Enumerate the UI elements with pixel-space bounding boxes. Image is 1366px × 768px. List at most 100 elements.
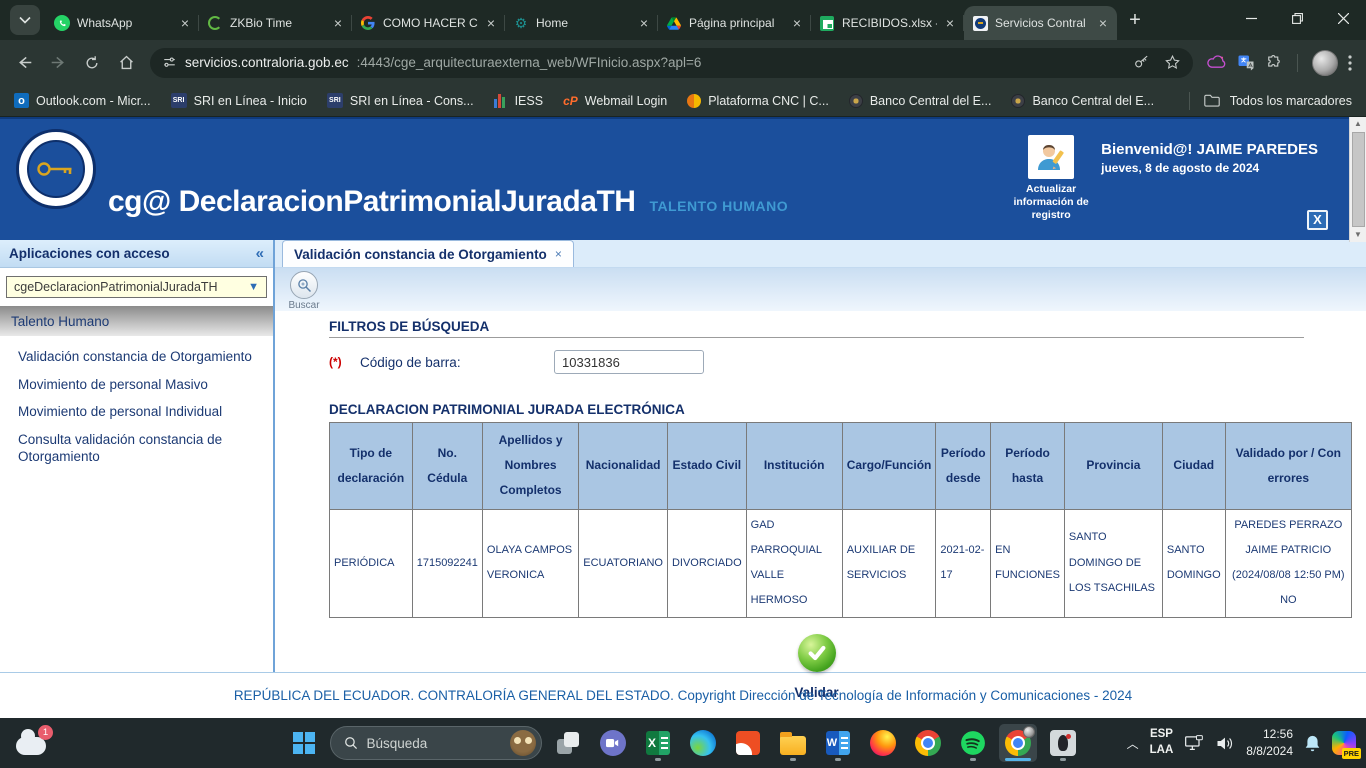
bookmark-label: IESS — [515, 94, 544, 108]
sidebar-collapse-icon[interactable]: « — [256, 245, 264, 262]
cnc-icon — [687, 94, 701, 108]
all-bookmarks[interactable]: Todos los marcadores — [1185, 92, 1352, 110]
update-registration-caption[interactable]: Actualizar información de registro — [1006, 183, 1096, 222]
foxit-icon — [736, 731, 760, 755]
tab-close-icon[interactable]: × — [944, 15, 956, 31]
buscar-button[interactable]: Buscar — [282, 271, 326, 311]
scroll-down-icon[interactable]: ▼ — [1354, 228, 1362, 242]
application-select[interactable]: cgeDeclaracionPatrimonialJuradaTH ▼ — [6, 276, 267, 298]
java-app-button[interactable] — [1044, 724, 1082, 762]
weather-extension-icon[interactable] — [1207, 55, 1227, 71]
java-duke-icon — [1050, 730, 1076, 756]
address-bar[interactable]: servicios.contraloria.gob.ec:4443/cge_ar… — [150, 48, 1193, 78]
tab-close-icon[interactable]: × — [791, 15, 803, 31]
tab-zkbio[interactable]: ZKBio Time × — [199, 6, 352, 40]
site-settings-icon[interactable] — [162, 55, 177, 70]
copilot-icon[interactable]: PRE — [1332, 731, 1356, 755]
close-button[interactable] — [1320, 0, 1366, 36]
taskbar-search[interactable]: Búsqueda — [330, 726, 542, 760]
header-scrollbar[interactable]: ▲ ▼ — [1349, 117, 1366, 242]
sidebar-group-talento-humano[interactable]: Talento Humano — [0, 306, 273, 336]
taskbar-center: Búsqueda X W — [285, 724, 1082, 762]
update-registration-button[interactable] — [1028, 135, 1074, 179]
barcode-input[interactable] — [554, 350, 704, 374]
tab-close-icon[interactable]: × — [332, 15, 344, 31]
cell-periodo-desde: 2021-02-17 — [936, 509, 991, 617]
bookmark-webmail[interactable]: cPWebmail Login — [563, 94, 667, 108]
url-path: :4443/cge_arquitecturaexterna_web/WFInic… — [357, 55, 1125, 70]
tab-close-icon[interactable]: × — [179, 15, 191, 31]
content-tab-close-icon[interactable]: × — [555, 247, 562, 261]
app-brand: cg@ DeclaracionPatrimonialJuradaTH TALEN… — [108, 185, 788, 219]
scrollbar-thumb[interactable] — [1352, 132, 1365, 227]
edge-button[interactable] — [684, 724, 722, 762]
copilot-pre-badge: PRE — [1342, 748, 1361, 759]
chrome-profile-button[interactable] — [999, 724, 1037, 762]
bookmark-sri-inicio[interactable]: SRISRI en Línea - Inicio — [171, 93, 307, 108]
restore-button[interactable] — [1274, 0, 1320, 36]
chat-button[interactable] — [594, 724, 632, 762]
forward-button[interactable] — [42, 47, 74, 79]
bookmark-iess[interactable]: IESS — [494, 93, 544, 108]
spotify-button[interactable] — [954, 724, 992, 762]
home-button[interactable] — [110, 47, 142, 79]
bookmark-cnc[interactable]: Plataforma CNC | C... — [687, 94, 829, 108]
back-button[interactable] — [8, 47, 40, 79]
file-explorer-button[interactable] — [774, 724, 812, 762]
tab-home[interactable]: ⚙ Home × — [505, 6, 658, 40]
system-tray: ︿ ESP LAA 12:56 8/8/2024 PRE — [1127, 718, 1356, 768]
network-icon[interactable] — [1184, 735, 1204, 752]
extensions-puzzle-icon[interactable] — [1265, 54, 1283, 72]
tab-close-icon[interactable]: × — [638, 15, 650, 31]
translate-extension-icon[interactable] — [1237, 54, 1255, 72]
bookmark-sri-consultas[interactable]: SRISRI en Línea - Cons... — [327, 93, 474, 108]
start-button[interactable] — [285, 724, 323, 762]
cell-apellidos-nombres: OLAYA CAMPOS VERONICA — [482, 509, 578, 617]
tab-como-hacer[interactable]: COMO HACER C × — [352, 6, 505, 40]
scroll-up-icon[interactable]: ▲ — [1354, 117, 1362, 131]
taskbar-weather[interactable]: 1 — [16, 725, 46, 755]
firefox-button[interactable] — [864, 724, 902, 762]
col-apellidos-nombres: Apellidos y Nombres Completos — [482, 423, 578, 510]
tab-title: ZKBio Time — [230, 16, 325, 30]
foxit-button[interactable] — [729, 724, 767, 762]
excel-button[interactable]: X — [639, 724, 677, 762]
bookmark-bce-2[interactable]: Banco Central del E... — [1011, 94, 1154, 108]
task-view-button[interactable] — [549, 724, 587, 762]
profile-avatar[interactable] — [1312, 50, 1338, 76]
bookmark-bce-1[interactable]: Banco Central del E... — [849, 94, 992, 108]
chrome-button[interactable] — [909, 724, 947, 762]
word-button[interactable]: W — [819, 724, 857, 762]
tab-whatsapp[interactable]: WhatsApp × — [46, 6, 199, 40]
tab-servicios-contraloria[interactable]: Servicios Contral × — [964, 6, 1117, 40]
taskbar-search-placeholder: Búsqueda — [367, 736, 501, 751]
reload-button[interactable] — [76, 47, 108, 79]
chevron-down-icon: ▼ — [248, 281, 259, 293]
validar-button[interactable] — [798, 634, 836, 672]
content-tab-strip: Validación constancia de Otorgamiento × — [275, 240, 1366, 268]
tray-expand-icon[interactable]: ︿ — [1127, 735, 1139, 752]
bookmark-star-icon[interactable] — [1164, 54, 1181, 71]
minimize-button[interactable] — [1228, 0, 1274, 36]
tab-validacion-constancia[interactable]: Validación constancia de Otorgamiento × — [282, 240, 574, 267]
clock[interactable]: 12:56 8/8/2024 — [1246, 726, 1293, 760]
bookmark-outlook[interactable]: oOutlook.com - Micr... — [14, 93, 151, 108]
sidebar-item-validacion-constancia[interactable]: Validación constancia de Otorgamiento — [18, 348, 267, 366]
new-tab-button[interactable]: + — [1121, 6, 1149, 34]
sidebar-item-consulta-validacion[interactable]: Consulta validación constancia de Otorga… — [18, 431, 248, 466]
session-close-button[interactable]: X — [1307, 210, 1328, 230]
tab-pagina-principal[interactable]: Página principal × — [658, 6, 811, 40]
sidebar-item-movimiento-masivo[interactable]: Movimiento de personal Masivo — [18, 376, 267, 394]
tab-close-icon[interactable]: × — [1097, 15, 1109, 31]
sidebar-header: Aplicaciones con acceso « — [0, 240, 273, 268]
menu-kebab-icon[interactable] — [1348, 55, 1352, 71]
sidebar-item-movimiento-individual[interactable]: Movimiento de personal Individual — [18, 403, 267, 421]
tab-recibidos[interactable]: RECIBIDOS.xlsx - × — [811, 6, 964, 40]
col-cargo-funcion: Cargo/Función — [842, 423, 936, 510]
volume-icon[interactable] — [1215, 735, 1235, 752]
tab-search-button[interactable] — [10, 5, 40, 35]
notification-bell-icon[interactable] — [1304, 734, 1321, 753]
language-indicator[interactable]: ESP LAA — [1150, 727, 1174, 758]
tab-close-icon[interactable]: × — [485, 15, 497, 31]
password-key-icon[interactable] — [1133, 54, 1150, 71]
